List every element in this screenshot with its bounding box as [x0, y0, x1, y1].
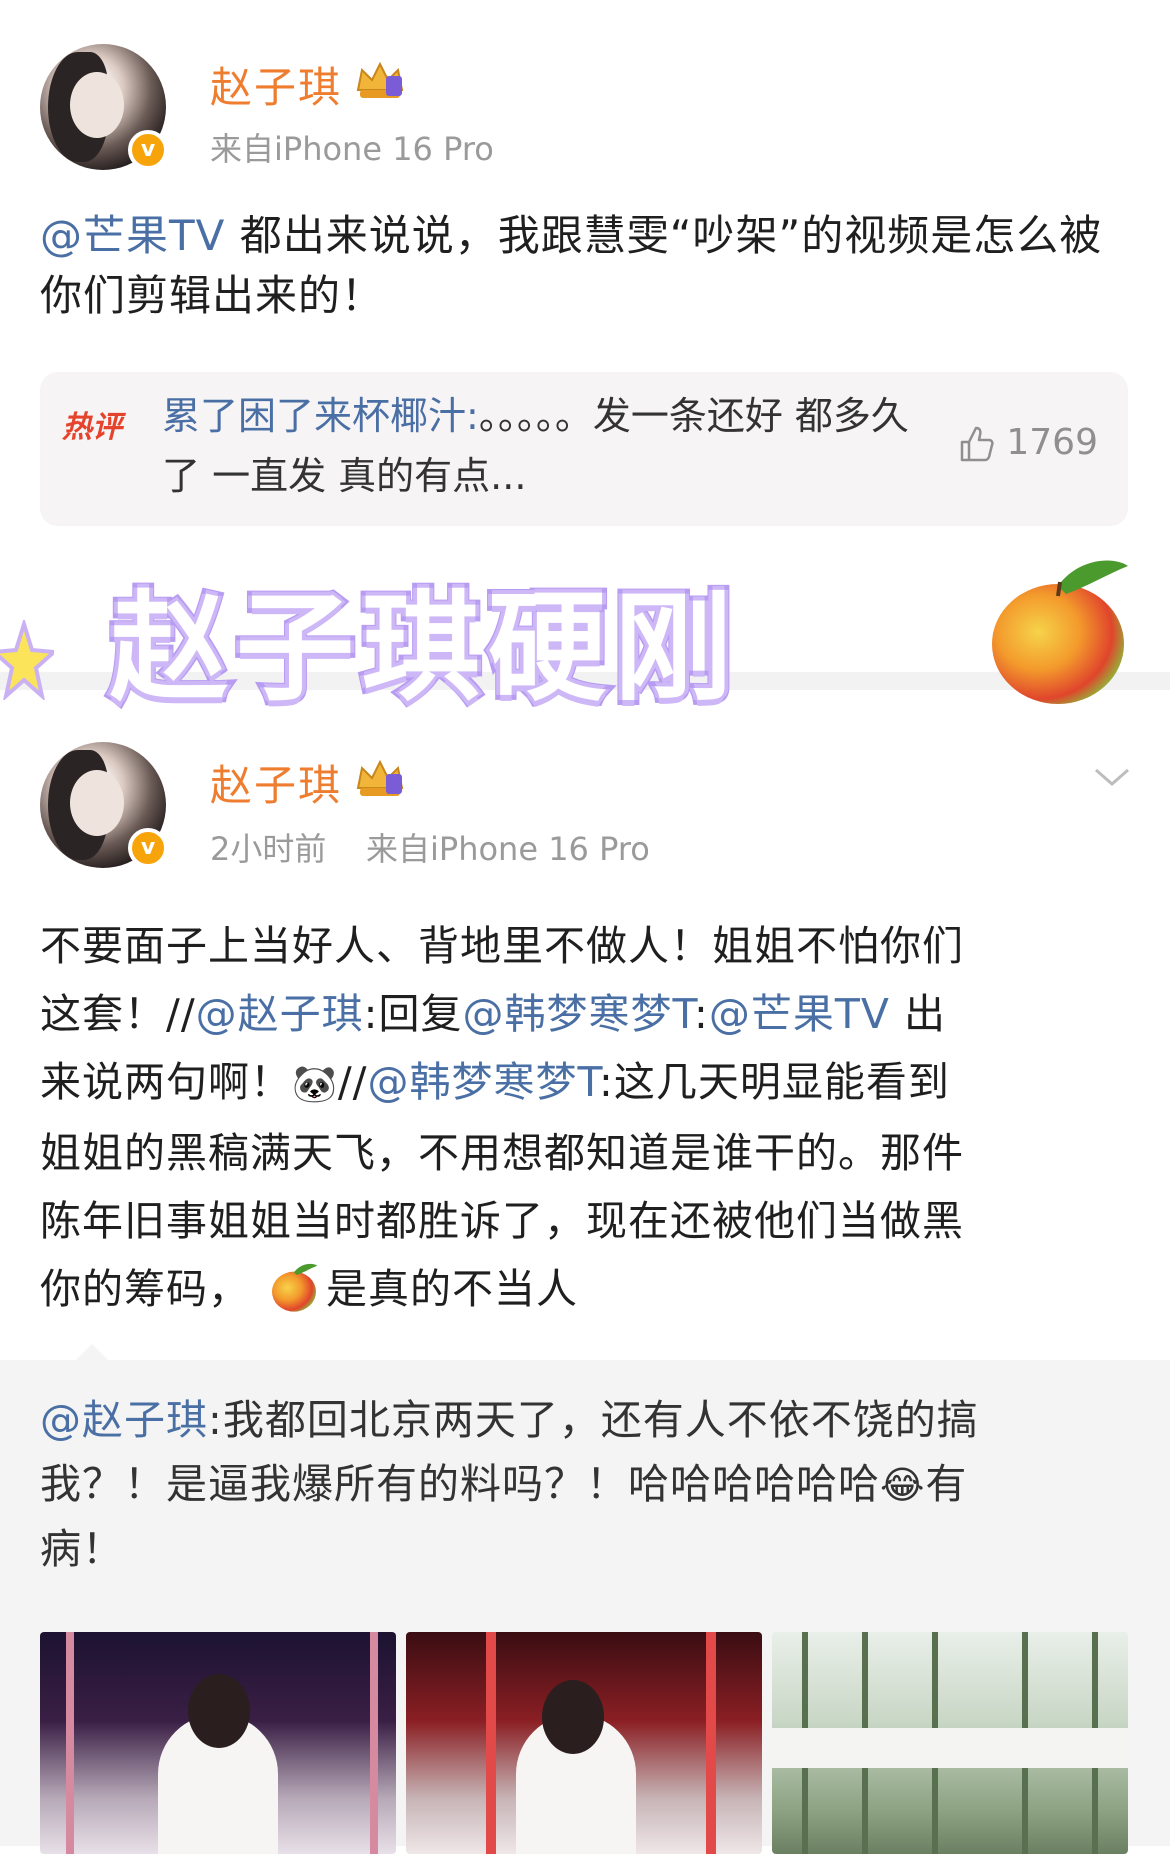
crown-icon: [356, 759, 404, 796]
retweet-text: @赵子琪:我都回北京两天了，还有人不依不饶的搞 我？！是逼我爆所有的料吗？！哈哈…: [40, 1388, 1140, 1581]
stage-light: [66, 1632, 74, 1854]
post-time: 2小时前: [210, 830, 327, 868]
avatar-face: [70, 770, 124, 836]
image-thumbnail[interactable]: [406, 1632, 762, 1854]
mention-link[interactable]: @韩梦寒梦T: [462, 990, 694, 1038]
verified-icon: v: [128, 828, 168, 868]
like-count: 1769: [1006, 422, 1098, 463]
mango-icon: [992, 560, 1128, 704]
hot-comment-tag: 热评: [62, 410, 122, 445]
mention-link[interactable]: @赵子琪: [196, 990, 364, 1038]
text-line: 我？！是逼我爆所有的料吗？！哈哈哈哈哈哈😂有: [40, 1452, 1140, 1517]
text-fragment: :这几天明显能看到: [599, 1058, 950, 1106]
hot-comment[interactable]: 热评 累了困了来杯椰汁:。。。。。发一条还好 都多久了 一直发 真的有点... …: [40, 372, 1128, 526]
stage-light: [486, 1632, 496, 1854]
crown-icon: [356, 61, 404, 98]
text-line: 病！: [40, 1525, 124, 1573]
text-line: 不要面子上当好人、背地里不做人！姐姐不怕你们: [40, 922, 964, 970]
thumbs-up-icon: [961, 426, 994, 462]
mention-link[interactable]: @韩梦寒梦T: [367, 1058, 599, 1106]
retweet-box[interactable]: @赵子琪:我都回北京两天了，还有人不依不饶的搞 我？！是逼我爆所有的料吗？！哈哈…: [0, 1360, 1170, 1854]
text-line: @赵子琪:我都回北京两天了，还有人不依不饶的搞: [40, 1388, 1140, 1452]
hot-comment-user[interactable]: 累了困了来杯椰汁:: [162, 394, 479, 438]
image-thumbnail[interactable]: [772, 1632, 1128, 1854]
text-fragment: 这套！//: [40, 990, 196, 1038]
mention-link[interactable]: @芒果TV: [709, 990, 890, 1038]
username[interactable]: 赵子琪: [210, 752, 342, 813]
person-head: [188, 1674, 250, 1748]
stage-light: [706, 1632, 716, 1854]
hot-comment-text: 累了困了来杯椰汁:。。。。。发一条还好 都多久了 一直发 真的有点...: [162, 386, 922, 506]
wall: [772, 1728, 1128, 1768]
text-fragment: 出: [889, 990, 946, 1038]
text-fragment: 你的筹码，: [40, 1265, 250, 1313]
text-line: 来说两句啊！🐼//@韩梦寒梦T:这几天明显能看到: [40, 1048, 1140, 1119]
like-button[interactable]: 1769: [956, 422, 1098, 464]
person-head: [542, 1680, 604, 1754]
avatar-face: [70, 72, 124, 138]
stage-light: [370, 1632, 378, 1854]
text-fragment: 有: [925, 1460, 968, 1508]
mention-link[interactable]: @赵子琪: [40, 1396, 208, 1444]
chevron-down-icon[interactable]: [1092, 766, 1132, 790]
text-fragment: :: [694, 990, 709, 1038]
username[interactable]: 赵子琪: [210, 54, 342, 115]
panda-emoji-icon: 🐼: [292, 1064, 338, 1105]
post-text: 不要面子上当好人、背地里不做人！姐姐不怕你们 这套！//@赵子琪:回复@韩梦寒梦…: [40, 912, 1140, 1323]
text-line: 姐姐的黑稿满天飞，不用想都知道是谁干的。那件: [40, 1129, 964, 1177]
post-2: v 赵子琪 2小时前 来自iPhone 16 Pro 不要面子上当好人、背地里不…: [0, 690, 1170, 1854]
text-fragment: 我？！是逼我爆所有的料吗？！哈哈哈哈哈哈: [40, 1460, 880, 1508]
laugh-emoji-icon: 😂: [880, 1463, 926, 1507]
text-fragment: :我都回北京两天了，还有人不依不饶的搞: [208, 1396, 979, 1444]
post-text: @芒果TV 都出来说说，我跟慧雯“吵架”的视频是怎么被你们剪辑出来的！: [40, 206, 1130, 326]
post-source: 来自iPhone 16 Pro: [210, 130, 494, 168]
text-fragment: :回复: [363, 990, 463, 1038]
mango-icon: [272, 1263, 318, 1312]
text-line: 陈年旧事姐姐当时都胜诉了，现在还被他们当做黑: [40, 1197, 964, 1245]
overlay-title: 赵子琪硬刚: [105, 574, 741, 722]
avatar[interactable]: v: [40, 742, 168, 868]
mention-link[interactable]: @芒果TV: [40, 211, 225, 260]
verified-icon: v: [128, 130, 168, 170]
avatar[interactable]: v: [40, 44, 168, 170]
post-source: 来自iPhone 16 Pro: [366, 830, 650, 868]
text-fragment: 来说两句啊！: [40, 1058, 292, 1106]
text-line: 你的筹码， 是真的不当人: [40, 1255, 1140, 1323]
image-thumbnail[interactable]: [40, 1632, 396, 1854]
text-fragment: 是真的不当人: [326, 1265, 579, 1313]
text-line: 这套！//@赵子琪:回复@韩梦寒梦T:@芒果TV 出: [40, 980, 1140, 1048]
text-fragment: //: [337, 1058, 368, 1106]
star-icon: [0, 620, 54, 700]
